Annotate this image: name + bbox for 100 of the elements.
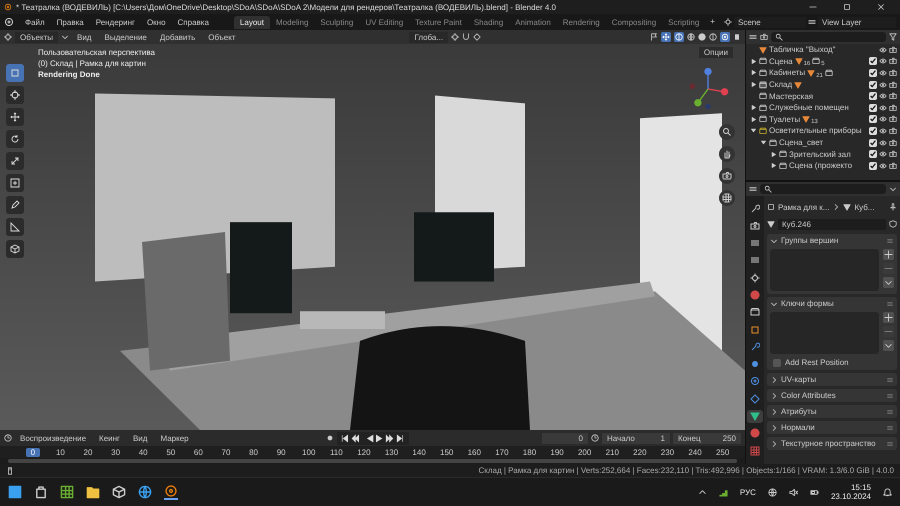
eye-icon[interactable] [879, 68, 887, 77]
target-tool-icon[interactable] [6, 86, 24, 104]
menu-item[interactable]: Добавить [154, 32, 200, 42]
checkbox[interactable] [869, 115, 877, 124]
camera-icon[interactable] [889, 80, 897, 89]
drag-handle-icon[interactable] [886, 392, 894, 400]
clock-icon[interactable] [4, 434, 12, 442]
breadcrumb-item[interactable]: Рамка для к... [778, 202, 830, 212]
eye-icon[interactable] [879, 46, 887, 54]
checkbox[interactable] [869, 68, 877, 77]
eye-icon[interactable] [879, 104, 887, 112]
checkbox[interactable] [869, 80, 877, 89]
panel-header[interactable]: Группы вершин [781, 236, 838, 245]
drag-handle-icon[interactable] [886, 424, 894, 432]
view-layer-field[interactable]: View Layer [818, 16, 896, 28]
checkbox-label[interactable]: Add Rest Position [785, 358, 849, 367]
search-field[interactable] [760, 184, 886, 194]
menu-item[interactable]: Выделение [99, 32, 152, 42]
eye-icon[interactable] [879, 80, 887, 89]
shield-icon[interactable] [889, 220, 897, 228]
expand-arrow-icon[interactable] [750, 58, 757, 65]
checkbox[interactable] [869, 162, 877, 170]
outliner-item[interactable]: Сцена_свет [779, 138, 824, 148]
chevron-icon[interactable] [698, 488, 707, 496]
outliner-item[interactable]: Служебные помещен [769, 103, 849, 112]
playback-controls-icon[interactable] [337, 432, 410, 444]
checkbox[interactable] [773, 358, 781, 366]
folder-icon[interactable] [86, 485, 100, 499]
triangle-icon[interactable] [767, 220, 775, 228]
camera-icon[interactable] [889, 46, 897, 54]
outliner-item[interactable]: Мастерская [769, 92, 814, 101]
outliner-item[interactable]: Кабинеты [769, 68, 806, 78]
outliner-item[interactable]: Туалеты [769, 114, 800, 124]
menu-item[interactable]: Кеинг [94, 432, 125, 444]
panel-header[interactable]: Нормали [781, 423, 815, 432]
camera-icon[interactable] [889, 104, 897, 112]
checkbox[interactable] [869, 126, 877, 135]
menu-item[interactable]: Справка [172, 16, 214, 28]
expand-arrow-icon[interactable] [770, 162, 777, 170]
expand-arrow-icon[interactable] [750, 104, 757, 112]
eye-icon[interactable] [879, 150, 887, 158]
expand-arrow-icon[interactable] [770, 150, 777, 158]
drag-handle-icon[interactable] [886, 408, 894, 416]
camera-icon[interactable] [889, 150, 897, 158]
panel-header[interactable]: Атрибуты [781, 407, 817, 416]
clock-date[interactable]: 23.10.2024 [830, 492, 871, 501]
triangle-tab-icon[interactable] [747, 410, 763, 423]
solid-icon[interactable] [698, 33, 706, 41]
outliner-item[interactable]: Сцена [769, 56, 793, 66]
app-logo-icon[interactable] [4, 17, 14, 27]
workspace-tab[interactable]: Compositing [606, 16, 662, 28]
add-button[interactable] [883, 312, 894, 323]
outliner-item[interactable]: Осветительные приборы [769, 126, 862, 136]
menu-button[interactable] [883, 340, 894, 351]
expand-arrow-icon[interactable] [760, 139, 767, 146]
eye-icon[interactable] [879, 126, 887, 135]
record-icon[interactable] [326, 434, 334, 442]
checkbox[interactable] [869, 57, 877, 66]
eye-icon[interactable] [879, 115, 887, 124]
workspace-tab[interactable]: Texture Paint [409, 16, 468, 28]
scene-field[interactable]: Scene [734, 16, 806, 28]
menu-item[interactable]: Файл [20, 16, 50, 28]
eye-icon[interactable] [879, 162, 887, 170]
camera-icon[interactable] [889, 162, 897, 170]
workspace-tab[interactable]: Rendering [556, 16, 606, 28]
workspace-tab[interactable]: Sculpting [314, 16, 360, 28]
panel-header[interactable]: Ключи формы [781, 299, 834, 308]
restore-button[interactable] [843, 3, 851, 11]
scrollbar[interactable] [8, 459, 737, 463]
filter-icon[interactable] [889, 33, 897, 41]
app-logo-icon[interactable] [164, 484, 178, 500]
checkbox[interactable] [869, 138, 877, 147]
panel-header[interactable]: UV-карты [781, 375, 816, 384]
add-workspace-button[interactable]: + [705, 16, 720, 28]
start-frame-field[interactable]: Начало 1 [602, 432, 670, 444]
mesh-name-field[interactable]: Куб.246 [778, 218, 886, 230]
outliner-item[interactable]: Табличка "Выход" [769, 45, 836, 54]
options-dropdown[interactable]: Опции [698, 47, 733, 58]
eye-icon[interactable] [879, 138, 887, 147]
outliner-item[interactable]: Сцена (прожекто [789, 161, 852, 170]
cube-icon[interactable] [112, 485, 126, 499]
pin-icon[interactable] [889, 203, 897, 211]
checkbox[interactable] [869, 92, 877, 100]
mode-dropdown[interactable]: Объекты [15, 32, 58, 42]
workspace-tab[interactable]: Shading [468, 16, 510, 28]
menu-item[interactable]: Вид [72, 32, 96, 42]
expand-arrow-icon[interactable] [750, 127, 757, 134]
menu-item[interactable]: Рендеринг [90, 16, 140, 28]
expand-arrow-icon[interactable] [750, 116, 757, 123]
drag-handle-icon[interactable] [886, 236, 894, 244]
menu-item[interactable]: Объект [203, 32, 240, 42]
eye-icon[interactable] [879, 92, 887, 100]
arrows-tool-icon[interactable] [6, 108, 24, 126]
workspace-tab[interactable]: Layout [234, 16, 270, 28]
ruler-tool-icon[interactable] [6, 218, 24, 236]
menu-button[interactable] [883, 277, 894, 288]
stopwatch-icon[interactable] [591, 434, 599, 442]
add-button[interactable] [883, 249, 894, 260]
checkbox[interactable] [869, 150, 877, 158]
rotate-tool-icon[interactable] [6, 130, 24, 148]
